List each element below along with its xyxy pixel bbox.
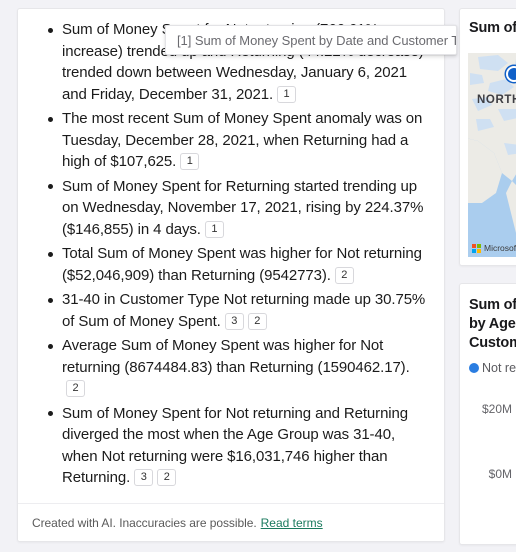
insight-text: Total Sum of Money Spent was higher for … — [62, 245, 422, 284]
citation-tooltip-label: [1] Sum of Money Spent by Date and Custo… — [177, 32, 457, 48]
citation-badge[interactable]: 2 — [157, 469, 177, 486]
ai-disclaimer-text: Created with AI. Inaccuracies are possib… — [32, 515, 257, 530]
read-terms-link[interactable]: Read terms — [261, 516, 323, 530]
chart-legend[interactable]: Not returning — [460, 353, 516, 375]
insight-text: Sum of Money Spent for Not returning and… — [62, 404, 409, 487]
map-data-point-marker[interactable] — [506, 66, 516, 82]
map-region-label: NORTH AMERICA — [477, 94, 516, 106]
insight-text: The most recent Sum of Money Spent anoma… — [62, 110, 423, 170]
column-chart-card[interactable]: Sum of Money Spent by Age Group and Cust… — [459, 283, 516, 545]
citation-tooltip: [1] Sum of Money Spent by Date and Custo… — [165, 25, 457, 55]
map-visual-card[interactable]: Sum of Money Spent by Country — [459, 8, 516, 266]
list-item[interactable]: 31-40 in Customer Type Not returning mad… — [48, 289, 430, 332]
y-axis-tick-label: $0M — [488, 467, 512, 481]
citation-badge[interactable]: 1 — [277, 85, 297, 103]
legend-item-label: Not returning — [482, 361, 516, 375]
citation-badge[interactable]: 3 — [224, 312, 244, 330]
legend-marker-icon — [469, 363, 479, 373]
narrative-footer: Created with AI. Inaccuracies are possib… — [18, 503, 444, 541]
citation-badge[interactable]: 2 — [247, 312, 267, 330]
insight-text: Sum of Money Spent for Returning started… — [62, 177, 424, 238]
list-item[interactable]: Sum of Money Spent for Not returning and… — [48, 403, 430, 489]
y-axis-tick-label: $20M — [481, 402, 512, 416]
list-item[interactable]: The most recent Sum of Money Spent anoma… — [48, 108, 430, 173]
right-visual-column: Sum of Money Spent by Country — [456, 0, 516, 552]
citation-badge[interactable]: 2 — [334, 266, 354, 284]
citation-badge[interactable]: 1 — [204, 220, 224, 238]
map-credit-text: Microsoft — [484, 243, 516, 253]
citation-badge[interactable]: 3 — [134, 469, 154, 486]
map-attribution: Microsoft © 2023 TomTom, © 2023 Microsof… — [472, 243, 516, 253]
app-root: Sum of Money Spent for Not returning (76… — [0, 0, 516, 552]
map-graphic — [468, 53, 516, 257]
map-card-title: Sum of Money Spent by Country — [469, 20, 516, 36]
smart-narrative-card: Sum of Money Spent for Not returning (76… — [17, 8, 445, 542]
map-canvas[interactable]: NORTH AMERICA Microsoft © 2023 TomTom, ©… — [468, 53, 516, 257]
chart-card-title: Sum of Money Spent by Age Group and Cust… — [469, 297, 516, 351]
narrative-scroll-area[interactable]: Sum of Money Spent for Not returning (76… — [18, 9, 444, 503]
chart-plot-area[interactable]: $20M $0M 21-30 — [460, 402, 516, 512]
citation-badge[interactable]: 2 — [66, 380, 85, 397]
list-item[interactable]: Sum of Money Spent for Returning started… — [48, 176, 430, 241]
microsoft-logo-icon — [472, 243, 481, 253]
insight-list: Sum of Money Spent for Not returning (76… — [18, 9, 444, 496]
insight-text: Average Sum of Money Spent was higher fo… — [62, 337, 410, 376]
citation-badge[interactable]: 1 — [180, 153, 200, 170]
list-item[interactable]: Total Sum of Money Spent was higher for … — [48, 243, 430, 286]
list-item[interactable]: Average Sum of Money Spent was higher fo… — [48, 335, 430, 400]
